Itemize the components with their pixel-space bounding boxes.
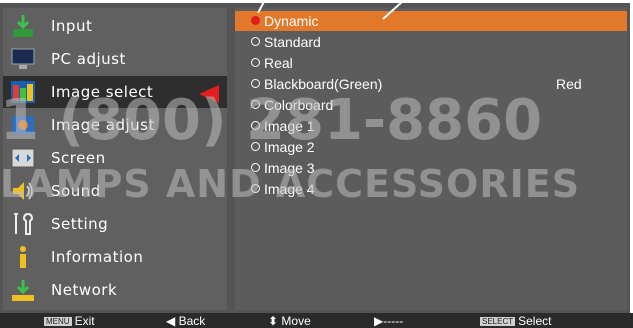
menu-label-information: Information xyxy=(51,248,144,266)
arrow-right-icon: ▶ xyxy=(374,314,384,328)
menu-item-network[interactable]: Network xyxy=(3,274,227,306)
network-icon xyxy=(12,280,34,301)
pc-adjust-icon xyxy=(11,48,35,69)
next-hint[interactable]: ▶----- xyxy=(374,314,403,328)
back-hint[interactable]: ◀ Back xyxy=(166,314,205,328)
arrow-left-icon: ◀ xyxy=(166,314,176,328)
colorboard-value: Red xyxy=(556,76,582,92)
radio-icon xyxy=(251,79,260,88)
option-dynamic[interactable]: Dynamic xyxy=(235,11,627,31)
back-label: Back xyxy=(178,314,206,328)
select-hint[interactable]: SELECT Select xyxy=(480,314,551,328)
input-icon xyxy=(13,15,33,37)
exit-label: Exit xyxy=(74,314,95,328)
move-hint[interactable]: ⬍ Move xyxy=(268,314,311,328)
menu-item-setting[interactable]: Setting xyxy=(3,208,227,240)
radio-icon xyxy=(251,37,260,46)
radio-selected-icon xyxy=(251,16,260,25)
exit-hint[interactable]: MENU Exit xyxy=(44,314,95,328)
watermark-phone: 1 (800) 281-8860 xyxy=(0,88,543,153)
select-label: Select xyxy=(518,314,552,328)
move-label: Move xyxy=(281,314,311,328)
watermark-text: LAMPS AND ACCESSORIES xyxy=(0,162,581,206)
option-label: Standard xyxy=(264,34,321,50)
menu-label-pc-adjust: PC adjust xyxy=(51,50,126,68)
menu-key-icon: MENU xyxy=(44,317,72,326)
menu-label-network: Network xyxy=(51,281,118,299)
option-label: Real xyxy=(264,55,293,71)
menu-label-setting: Setting xyxy=(51,215,109,233)
arrow-updown-icon: ⬍ xyxy=(268,314,279,328)
information-icon xyxy=(20,246,26,268)
menu-label-input: Input xyxy=(51,17,93,35)
option-label: Dynamic xyxy=(264,13,319,29)
menu-item-input[interactable]: Input xyxy=(3,10,227,42)
next-label: ----- xyxy=(383,314,404,328)
option-standard[interactable]: Standard xyxy=(235,32,627,52)
footer-bar: MENU Exit ◀ Back ⬍ Move ▶----- SELECT Sele… xyxy=(0,313,633,328)
select-key-icon: SELECT xyxy=(480,317,516,326)
option-real[interactable]: Real xyxy=(235,53,627,73)
radio-icon xyxy=(251,58,260,67)
menu-item-information[interactable]: Information xyxy=(3,241,227,273)
menu-item-pc-adjust[interactable]: PC adjust xyxy=(3,43,227,75)
setting-icon xyxy=(14,212,34,235)
